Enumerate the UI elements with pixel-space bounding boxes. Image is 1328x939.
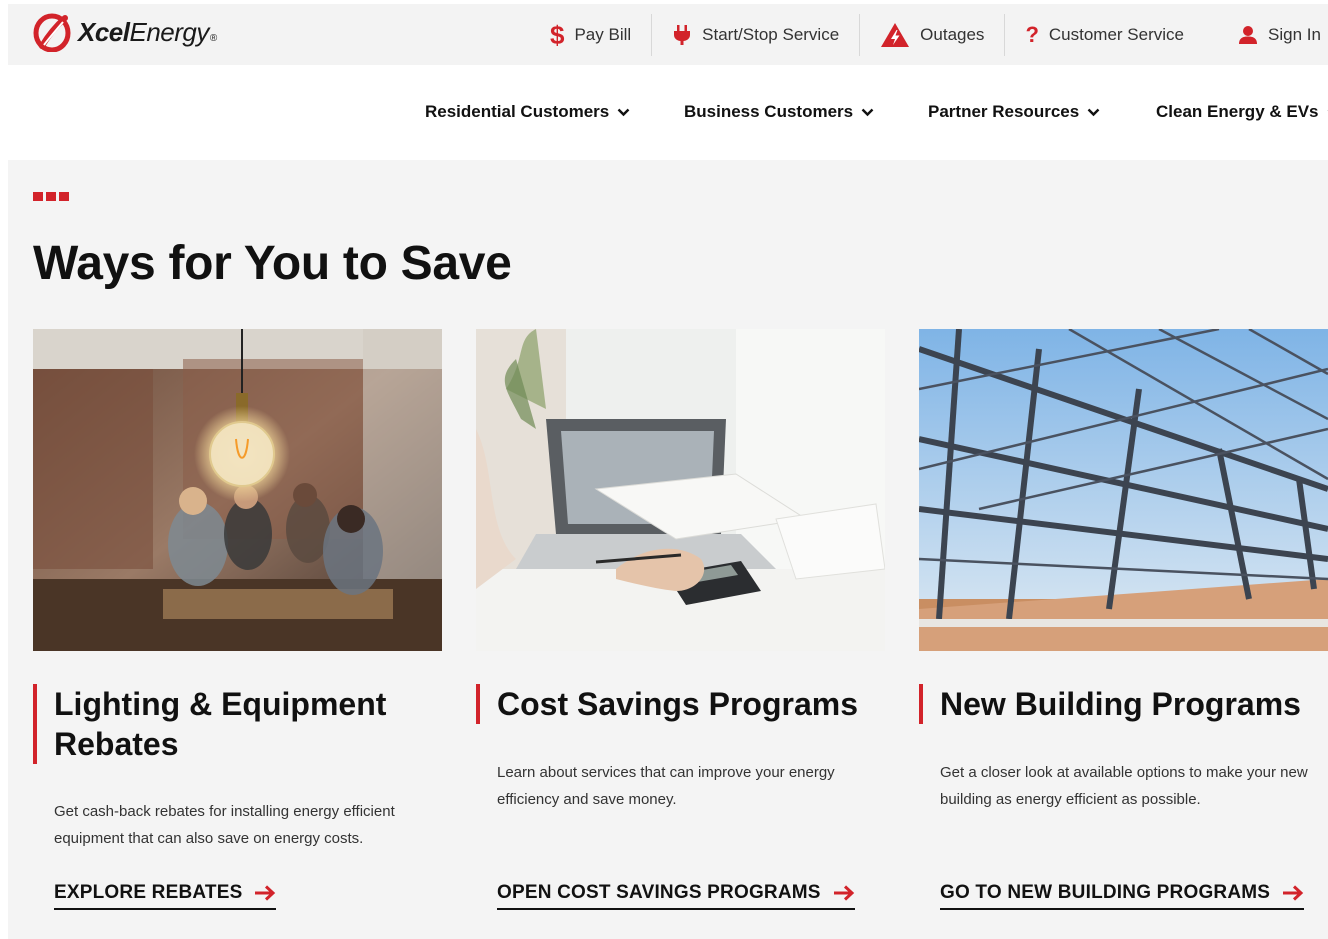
nav-clean-energy-evs[interactable]: Clean Energy & EVs (1156, 102, 1328, 122)
arrow-right-icon (1283, 885, 1304, 901)
open-cost-savings-programs-link[interactable]: OPEN COST SAVINGS PROGRAMS (497, 882, 855, 910)
utility-bar: Xcel Energy ® $ Pay Bill Start/Stop Servic… (8, 4, 1328, 65)
user-icon (1238, 25, 1258, 45)
card-lighting-equipment-rebates: Lighting & Equipment Rebates Get cash-ba… (33, 329, 442, 929)
xcel-energy-logo[interactable]: Xcel Energy ® (32, 12, 217, 52)
dollar-icon: $ (550, 19, 565, 50)
arrow-right-icon (833, 885, 854, 901)
chevron-down-icon (1087, 108, 1100, 116)
card-description: Get a closer look at available options t… (940, 764, 1308, 808)
card-new-building-programs: New Building Programs Get a closer look … (919, 329, 1328, 929)
nav-residential-customers[interactable]: Residential Customers (425, 102, 630, 122)
card-title: New Building Programs (919, 684, 1301, 724)
chevron-down-icon (861, 108, 874, 116)
logo-wordmark: Xcel Energy ® (78, 16, 217, 47)
calculator-laptop-photo (476, 329, 885, 651)
warning-bolt-icon (880, 22, 910, 48)
nav-business-customers[interactable]: Business Customers (684, 102, 874, 122)
card-description: Learn about services that can improve yo… (497, 764, 835, 808)
go-to-new-building-programs-link[interactable]: GO TO NEW BUILDING PROGRAMS (940, 882, 1305, 910)
card-description: Get cash-back rebates for installing ene… (54, 803, 395, 847)
main-nav: Residential Customers Business Customers… (0, 65, 1328, 160)
ways-to-save-section: Ways for You to Save Lighting & Equipmen… (8, 160, 1328, 939)
utility-nav: $ Pay Bill Start/Stop Service Outages ? … (530, 4, 1328, 65)
customer-service-link[interactable]: ? Customer Service (1005, 14, 1204, 56)
outages-link[interactable]: Outages (860, 14, 1004, 56)
card-cost-savings-programs: Cost Savings Programs Learn about servic… (476, 329, 885, 929)
explore-rebates-link[interactable]: EXPLORE REBATES (54, 882, 277, 910)
nav-partner-resources[interactable]: Partner Resources (928, 102, 1100, 122)
question-icon: ? (1025, 21, 1039, 47)
cafe-lightbulb-photo (33, 329, 442, 651)
start-stop-service-link[interactable]: Start/Stop Service (652, 14, 859, 56)
decorative-squares (33, 192, 69, 201)
arrow-right-icon (255, 885, 276, 901)
page-title: Ways for You to Save (33, 237, 512, 290)
sign-in-link[interactable]: Sign In (1204, 14, 1328, 56)
pay-bill-link[interactable]: $ Pay Bill (530, 14, 651, 56)
plug-icon (672, 24, 692, 46)
card-title: Cost Savings Programs (476, 684, 858, 724)
steel-frame-construction-photo (919, 329, 1328, 651)
card-title: Lighting & Equipment Rebates (33, 684, 386, 764)
chevron-down-icon (617, 108, 630, 116)
xcel-swoosh-icon (33, 13, 71, 52)
